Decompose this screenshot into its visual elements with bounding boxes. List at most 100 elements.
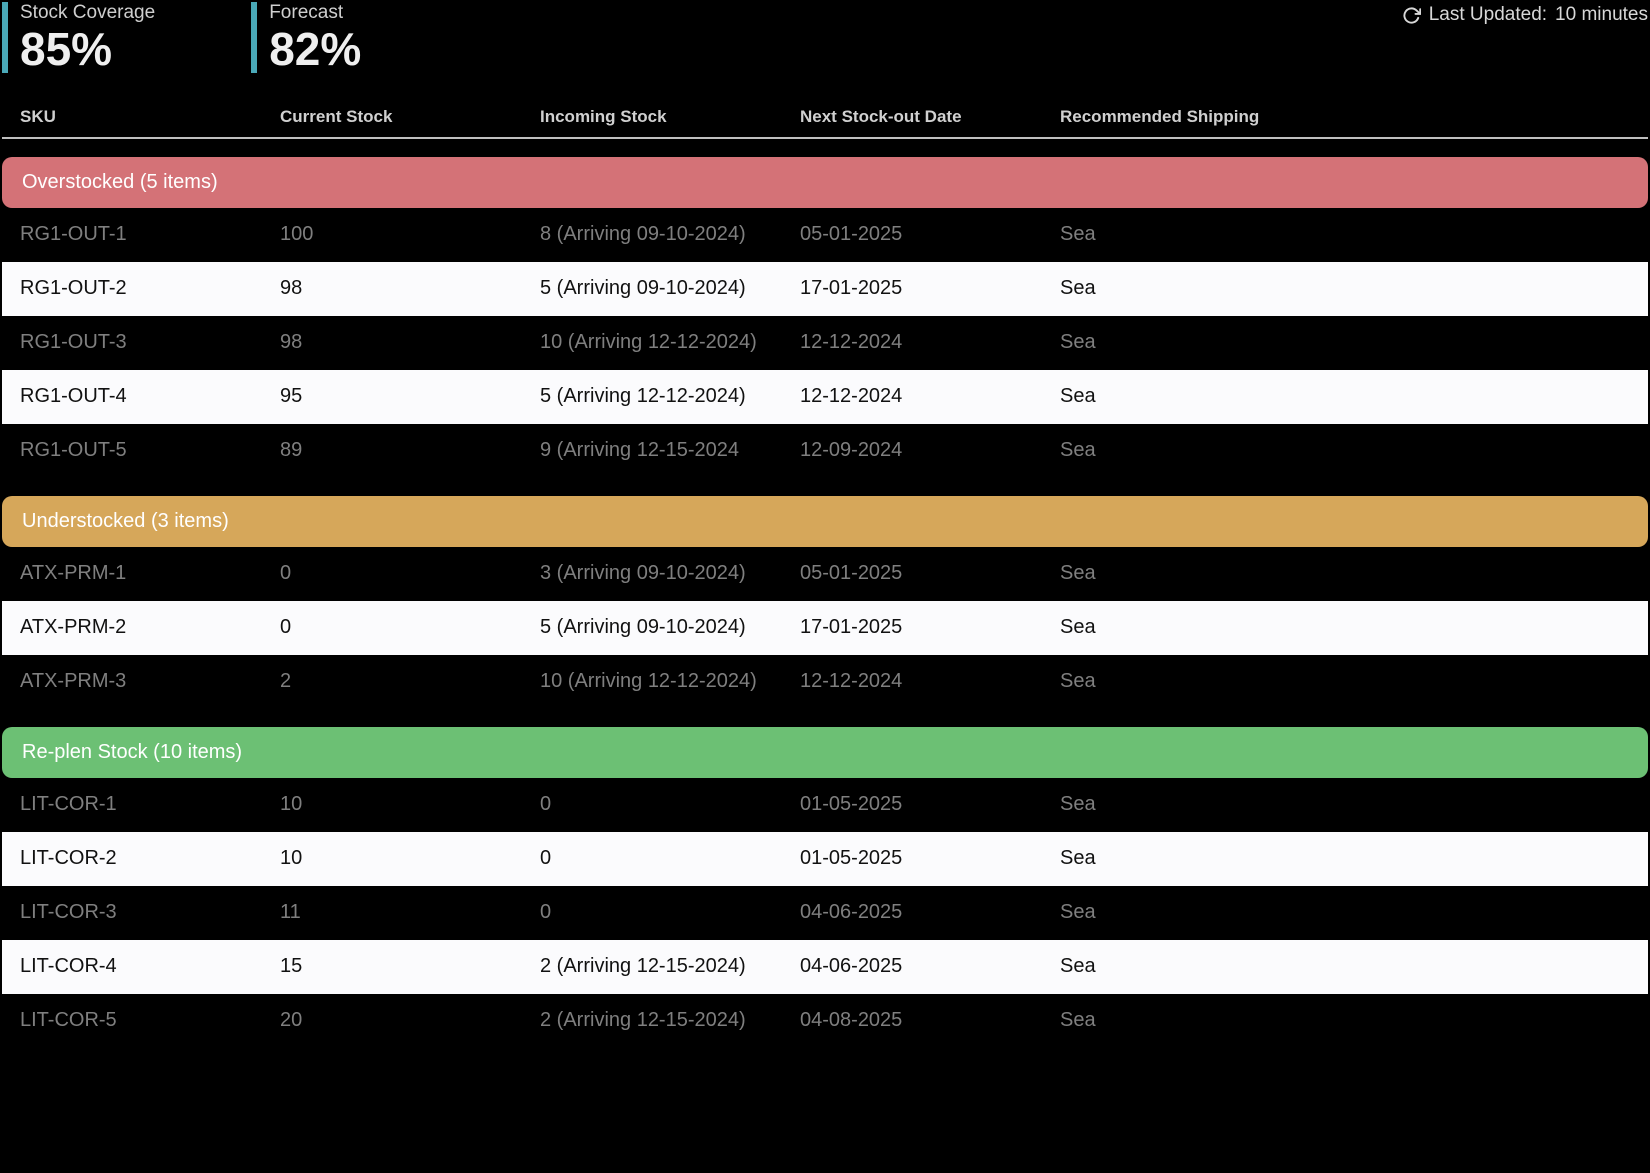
cell-sku: ATX-PRM-1 [20, 562, 280, 585]
kpi-label: Stock Coverage [20, 2, 155, 25]
cell-ship: Sea [1060, 670, 1630, 693]
cell-ship: Sea [1060, 616, 1630, 639]
cell-incoming: 0 [540, 901, 800, 924]
cell-ship: Sea [1060, 562, 1630, 585]
cell-current: 0 [280, 616, 540, 639]
group-header-replen[interactable]: Re-plen Stock (10 items) [2, 727, 1648, 778]
table-row[interactable]: ATX-PRM-103 (Arriving 09-10-2024)05-01-2… [2, 547, 1648, 601]
cell-ship: Sea [1060, 439, 1630, 462]
table-row[interactable]: ATX-PRM-3210 (Arriving 12-12-2024)12-12-… [2, 655, 1648, 709]
stock-table: SKU Current Stock Incoming Stock Next St… [2, 97, 1648, 1048]
group-header-under[interactable]: Understocked (3 items) [2, 496, 1648, 547]
cell-ship: Sea [1060, 1009, 1630, 1032]
cell-ship: Sea [1060, 793, 1630, 816]
cell-ship: Sea [1060, 955, 1630, 978]
cell-current: 0 [280, 562, 540, 585]
cell-sku: LIT-COR-5 [20, 1009, 280, 1032]
cell-incoming: 2 (Arriving 12-15-2024) [540, 955, 800, 978]
cell-stockout: 04-06-2025 [800, 955, 1060, 978]
cell-sku: RG1-OUT-5 [20, 439, 280, 462]
cell-sku: RG1-OUT-4 [20, 385, 280, 408]
col-sku[interactable]: SKU [20, 107, 280, 127]
cell-stockout: 05-01-2025 [800, 562, 1060, 585]
kpi-accent-bar [2, 2, 8, 73]
table-row[interactable]: RG1-OUT-11008 (Arriving 09-10-2024)05-01… [2, 208, 1648, 262]
cell-stockout: 04-06-2025 [800, 901, 1060, 924]
table-row[interactable]: RG1-OUT-2985 (Arriving 09-10-2024)17-01-… [2, 262, 1648, 316]
cell-current: 15 [280, 955, 540, 978]
cell-current: 89 [280, 439, 540, 462]
kpi-value: 82% [269, 25, 361, 73]
cell-stockout: 12-12-2024 [800, 670, 1060, 693]
cell-stockout: 17-01-2025 [800, 616, 1060, 639]
kpi-stock-coverage: Stock Coverage 85% [2, 2, 155, 73]
cell-current: 2 [280, 670, 540, 693]
kpi-accent-bar [251, 2, 257, 73]
cell-sku: LIT-COR-4 [20, 955, 280, 978]
cell-stockout: 01-05-2025 [800, 793, 1060, 816]
table-row[interactable]: RG1-OUT-39810 (Arriving 12-12-2024)12-12… [2, 316, 1648, 370]
table-row[interactable]: LIT-COR-110001-05-2025Sea [2, 778, 1648, 832]
cell-incoming: 5 (Arriving 09-10-2024) [540, 277, 800, 300]
cell-incoming: 10 (Arriving 12-12-2024) [540, 331, 800, 354]
cell-sku: ATX-PRM-3 [20, 670, 280, 693]
table-header-row: SKU Current Stock Incoming Stock Next St… [2, 97, 1648, 139]
table-row[interactable]: RG1-OUT-4955 (Arriving 12-12-2024)12-12-… [2, 370, 1648, 424]
cell-incoming: 8 (Arriving 09-10-2024) [540, 223, 800, 246]
col-current[interactable]: Current Stock [280, 107, 540, 127]
cell-ship: Sea [1060, 385, 1630, 408]
table-row[interactable]: LIT-COR-210001-05-2025Sea [2, 832, 1648, 886]
cell-current: 11 [280, 901, 540, 924]
cell-stockout: 04-08-2025 [800, 1009, 1060, 1032]
cell-stockout: 01-05-2025 [800, 847, 1060, 870]
cell-stockout: 12-12-2024 [800, 331, 1060, 354]
last-updated[interactable]: Last Updated: 10 minutes [1402, 4, 1648, 26]
last-updated-prefix: Last Updated: [1429, 4, 1547, 26]
cell-current: 98 [280, 277, 540, 300]
table-row[interactable]: LIT-COR-5202 (Arriving 12-15-2024)04-08-… [2, 994, 1648, 1048]
kpi-forecast: Forecast 82% [251, 2, 361, 73]
cell-current: 20 [280, 1009, 540, 1032]
cell-ship: Sea [1060, 847, 1630, 870]
dashboard-header: Stock Coverage 85% Forecast 82% Last Upd… [2, 0, 1648, 97]
cell-current: 95 [280, 385, 540, 408]
last-updated-value: 10 minutes [1555, 4, 1648, 26]
cell-ship: Sea [1060, 223, 1630, 246]
table-row[interactable]: LIT-COR-4152 (Arriving 12-15-2024)04-06-… [2, 940, 1648, 994]
kpi-label: Forecast [269, 2, 361, 25]
refresh-icon [1402, 6, 1421, 25]
group-header-over[interactable]: Overstocked (5 items) [2, 157, 1648, 208]
cell-current: 10 [280, 847, 540, 870]
cell-sku: RG1-OUT-1 [20, 223, 280, 246]
col-stockout[interactable]: Next Stock-out Date [800, 107, 1060, 127]
cell-incoming: 0 [540, 847, 800, 870]
cell-ship: Sea [1060, 331, 1630, 354]
cell-incoming: 0 [540, 793, 800, 816]
cell-sku: LIT-COR-2 [20, 847, 280, 870]
kpi-value: 85% [20, 25, 155, 73]
cell-incoming: 9 (Arriving 12-15-2024 [540, 439, 800, 462]
cell-sku: LIT-COR-1 [20, 793, 280, 816]
cell-incoming: 5 (Arriving 09-10-2024) [540, 616, 800, 639]
cell-sku: RG1-OUT-3 [20, 331, 280, 354]
cell-incoming: 5 (Arriving 12-12-2024) [540, 385, 800, 408]
cell-sku: RG1-OUT-2 [20, 277, 280, 300]
cell-stockout: 12-12-2024 [800, 385, 1060, 408]
table-row[interactable]: LIT-COR-311004-06-2025Sea [2, 886, 1648, 940]
cell-stockout: 12-09-2024 [800, 439, 1060, 462]
cell-ship: Sea [1060, 901, 1630, 924]
cell-ship: Sea [1060, 277, 1630, 300]
cell-current: 98 [280, 331, 540, 354]
table-row[interactable]: RG1-OUT-5899 (Arriving 12-15-202412-09-2… [2, 424, 1648, 478]
col-shipping[interactable]: Recommended Shipping [1060, 107, 1630, 127]
cell-incoming: 10 (Arriving 12-12-2024) [540, 670, 800, 693]
cell-incoming: 3 (Arriving 09-10-2024) [540, 562, 800, 585]
cell-incoming: 2 (Arriving 12-15-2024) [540, 1009, 800, 1032]
table-row[interactable]: ATX-PRM-205 (Arriving 09-10-2024)17-01-2… [2, 601, 1648, 655]
cell-stockout: 17-01-2025 [800, 277, 1060, 300]
cell-current: 10 [280, 793, 540, 816]
cell-current: 100 [280, 223, 540, 246]
cell-stockout: 05-01-2025 [800, 223, 1060, 246]
col-incoming[interactable]: Incoming Stock [540, 107, 800, 127]
cell-sku: ATX-PRM-2 [20, 616, 280, 639]
